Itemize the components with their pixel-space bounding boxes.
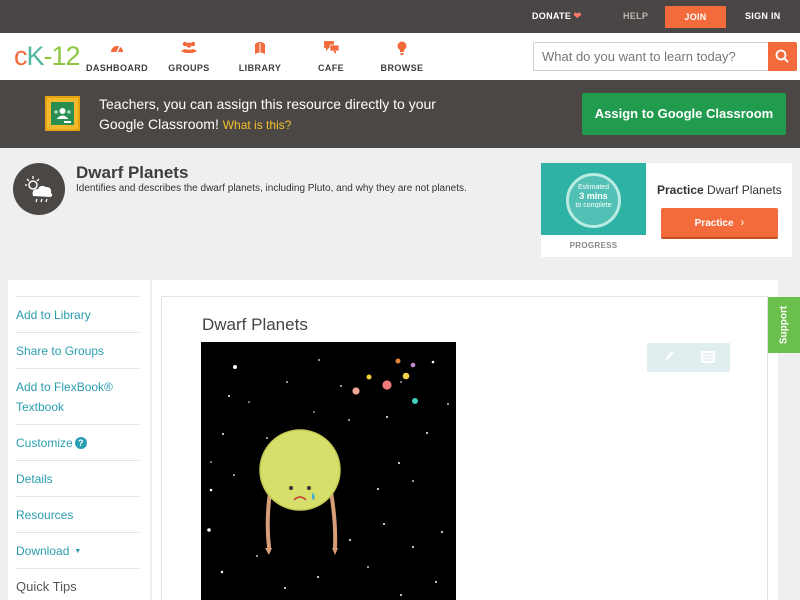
- add-to-library-link[interactable]: Add to Library: [16, 296, 139, 332]
- help-icon[interactable]: ?: [74, 437, 87, 449]
- donate-link[interactable]: DONATE ❤: [532, 0, 582, 33]
- estimate-suffix: to complete: [575, 202, 612, 209]
- nav-dashboard-label: DASHBOARD: [85, 63, 149, 73]
- nav-browse[interactable]: BROWSE: [367, 41, 437, 73]
- practice-title-topic: Dwarf Planets: [707, 183, 782, 197]
- nav-groups-label: GROUPS: [168, 63, 210, 73]
- help-link[interactable]: HELP: [623, 0, 648, 33]
- caret-down-icon: ▼: [74, 548, 82, 555]
- pencil-icon[interactable]: [665, 351, 674, 362]
- library-icon: [225, 41, 295, 57]
- add-to-flexbook-label-line2: Textbook: [16, 400, 65, 414]
- quick-tips-heading: Quick Tips: [16, 568, 139, 600]
- practice-title-bold: Practice: [657, 183, 704, 197]
- nav-library[interactable]: LIBRARY: [225, 41, 295, 73]
- main-nav: cK-12 DASHBOARD GROUPS LIBRARY CAFE BROW…: [0, 33, 800, 80]
- dwarf-planet-illustration: [201, 342, 456, 600]
- main-content: Dwarf Planets: [152, 280, 778, 600]
- page-description: Identifies and describes the dwarf plane…: [76, 183, 467, 194]
- download-link[interactable]: Download ▼: [16, 532, 139, 568]
- practice-button[interactable]: Practice ›: [661, 208, 778, 239]
- search-input[interactable]: [542, 49, 762, 64]
- customize-label: Customize: [16, 436, 73, 450]
- support-label: Support: [778, 305, 790, 345]
- share-to-groups-link[interactable]: Share to Groups: [16, 332, 139, 368]
- dashboard-icon: [82, 41, 152, 57]
- sign-in-link[interactable]: SIGN IN: [745, 0, 781, 33]
- weather-icon: [13, 163, 65, 215]
- chevron-right-icon: ›: [740, 215, 745, 229]
- download-label: Download: [16, 544, 70, 558]
- nav-browse-label: BROWSE: [380, 63, 424, 73]
- what-is-this-link[interactable]: What is this?: [223, 118, 292, 132]
- cafe-icon: [296, 41, 366, 57]
- practice-card: Estimated 3 mins to complete PROGRESS Pr…: [541, 163, 792, 257]
- top-bar: DONATE ❤ HELP JOIN SIGN IN: [0, 0, 800, 33]
- logo-c: c: [14, 41, 27, 71]
- details-link[interactable]: Details: [16, 460, 139, 496]
- search-box: [533, 42, 797, 71]
- practice-button-label: Practice: [694, 218, 734, 229]
- practice-thumbnail[interactable]: Estimated 3 mins to complete: [541, 163, 646, 235]
- heart-icon: ❤: [573, 11, 582, 22]
- page-title: Dwarf Planets: [76, 163, 189, 182]
- google-classroom-icon: [45, 96, 80, 131]
- google-classroom-banner: Teachers, you can assign this resource d…: [0, 80, 800, 148]
- ck12-logo[interactable]: cK-12: [14, 41, 81, 71]
- nav-dashboard[interactable]: DASHBOARD: [82, 41, 152, 73]
- add-to-flexbook-link[interactable]: Add to FlexBook® Textbook: [16, 368, 139, 424]
- search-button[interactable]: [768, 42, 797, 71]
- nav-groups[interactable]: GROUPS: [154, 41, 224, 73]
- nav-cafe-label: CAFE: [317, 63, 345, 73]
- banner-message: Teachers, you can assign this resource d…: [99, 94, 459, 135]
- sidebar: Add to Library Share to Groups Add to Fl…: [8, 280, 150, 600]
- search-icon: [775, 49, 789, 63]
- annotation-toolbar: [647, 343, 730, 372]
- estimate-minutes: 3 mins: [579, 191, 608, 201]
- add-to-flexbook-label: Add to FlexBook®: [16, 380, 113, 394]
- join-button[interactable]: JOIN: [665, 6, 726, 28]
- support-tab[interactable]: Support: [768, 297, 800, 353]
- browse-icon: [367, 41, 437, 57]
- nav-cafe[interactable]: CAFE: [296, 41, 366, 73]
- customize-link[interactable]: Customize?: [16, 424, 139, 460]
- nav-library-label: LIBRARY: [238, 63, 282, 73]
- logo-12: -12: [43, 41, 81, 71]
- groups-icon: [154, 41, 224, 57]
- practice-title: Practice Dwarf Planets: [657, 183, 782, 197]
- estimated-time: Estimated 3 mins to complete: [566, 184, 621, 210]
- logo-k: K: [26, 41, 45, 71]
- assign-to-google-classroom-button[interactable]: Assign to Google Classroom: [582, 93, 786, 135]
- progress-label: PROGRESS: [569, 241, 618, 250]
- resources-link[interactable]: Resources: [16, 496, 139, 532]
- content-title: Dwarf Planets: [202, 315, 308, 334]
- notes-icon[interactable]: [701, 351, 715, 363]
